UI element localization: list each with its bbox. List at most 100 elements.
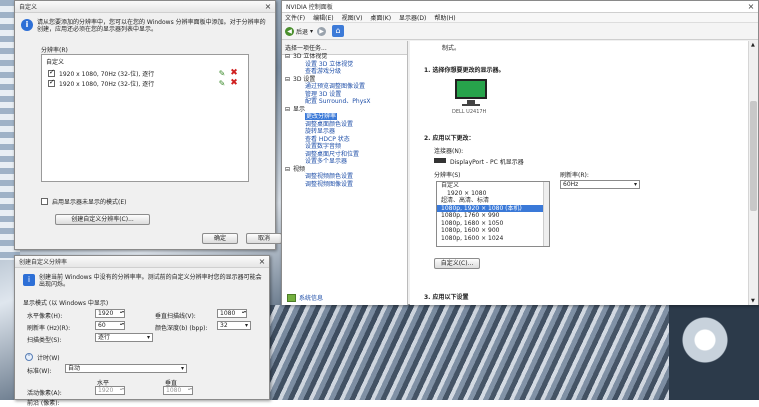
timing-standard-select[interactable]: 自动 xyxy=(65,364,187,373)
section-apply-changes: 2. 应用以下更改： xyxy=(424,135,475,142)
v-lines-label: 垂直扫描线(V): xyxy=(155,313,196,320)
close-icon[interactable]: × xyxy=(261,2,275,11)
dialog-titlebar: 自定义 × xyxy=(15,1,275,13)
delete-icon[interactable]: ✖ xyxy=(228,68,240,78)
refresh-rate-input[interactable]: 60 xyxy=(95,321,125,330)
scrollbar-thumb[interactable] xyxy=(750,101,757,211)
resolution-list[interactable]: 自定义 1920 × 1080 超清、高清、标清 1080p, 1920 × 1… xyxy=(436,181,550,247)
nvidia-control-panel-window: NVIDIA 控制面板 × 文件(F) 编辑(E) 视图(V) 桌面(K) 显示… xyxy=(281,0,759,305)
monitor-icon[interactable] xyxy=(454,79,488,107)
resolution-checkbox[interactable] xyxy=(48,78,55,87)
h-pixels-input[interactable]: 1920 xyxy=(95,309,125,318)
close-icon[interactable]: × xyxy=(744,2,758,11)
tree-item[interactable]: 调整视频颜色设置 xyxy=(285,173,405,181)
list-item-selected[interactable]: 1080p, 1920 × 1080 (本机) xyxy=(437,204,549,212)
list-item[interactable]: 1920 × 1080 xyxy=(437,190,549,198)
tree-category[interactable]: 显示 xyxy=(285,106,405,114)
system-info-icon xyxy=(287,293,296,302)
home-button[interactable]: ⌂ xyxy=(332,25,345,37)
resolution-label: 1920 x 1080, 70Hz (32-位), 逐行 xyxy=(59,80,155,88)
tree-item[interactable]: 旋转显示器 xyxy=(285,128,405,136)
menu-view[interactable]: 视图(V) xyxy=(342,13,363,22)
enable-modes-row[interactable]: 启用显示器未显示的模式(E) xyxy=(41,197,126,206)
create-custom-resolution-button[interactable]: 创建自定义分辨率(C)... xyxy=(55,214,150,225)
chevron-down-icon: ▾ xyxy=(310,27,314,35)
content-scrollbar[interactable]: ▲ ▼ xyxy=(748,41,758,305)
tree-category[interactable]: 3D 设置 xyxy=(285,76,405,84)
scroll-up-icon[interactable]: ▲ xyxy=(751,42,755,48)
menu-desktop[interactable]: 桌面(K) xyxy=(370,13,391,22)
tree-item[interactable]: 管理 3D 设置 xyxy=(285,91,405,99)
custom-resolution-list[interactable]: 自定义 1920 x 1080, 70Hz (32-位), 逐行 ✎ ✖ 192… xyxy=(41,54,249,182)
active-v-input[interactable]: 1080 xyxy=(163,386,193,395)
collapse-icon[interactable]: ⌃ xyxy=(25,353,33,361)
tree-item[interactable]: 查看 HDCP 状态 xyxy=(285,136,405,144)
menu-file[interactable]: 文件(F) xyxy=(285,13,305,22)
dialog-title: 自定义 xyxy=(19,4,38,11)
back-label: 后退 xyxy=(296,28,309,36)
resolution-group-label: 分辨率(R) xyxy=(41,47,68,54)
tree-item[interactable]: 调整桌面颜色设置 xyxy=(285,121,405,129)
create-custom-resolution-dialog: 创建自定义分辨率 × i 创建当前 Windows 中没有的分辨率率。测试前的自… xyxy=(14,255,270,407)
list-item[interactable]: 1080p, 1680 × 1050 xyxy=(437,220,549,228)
close-icon[interactable]: × xyxy=(255,257,269,266)
section-select-display: 1. 选择你想要更改的显示器。 xyxy=(424,67,505,74)
v-lines-input[interactable]: 1080 xyxy=(217,309,247,318)
tree-item[interactable]: 通过预览调整图像设置 xyxy=(285,83,405,91)
edit-icon[interactable]: ✎ xyxy=(216,79,228,88)
list-item[interactable]: 1920 x 1080, 70Hz (32-位), 逐行 ✎ ✖ xyxy=(42,68,248,78)
wallpaper-detail xyxy=(669,300,759,400)
menu-edit[interactable]: 编辑(E) xyxy=(313,13,333,22)
tree-item[interactable]: 设置数字音频 xyxy=(285,143,405,151)
tree-item[interactable]: 调整桌面尺寸和位置 xyxy=(285,151,405,159)
ok-button[interactable]: 确定 xyxy=(202,233,238,244)
menu-display[interactable]: 显示器(D) xyxy=(399,13,426,22)
tree-category[interactable]: 3D 立体视觉 xyxy=(285,53,405,61)
list-item[interactable]: 1080p, 1600 × 1024 xyxy=(437,235,549,243)
resolution-checkbox[interactable] xyxy=(48,68,55,77)
custom-resolution-dialog: 自定义 × i 请从您要添加的分辨率中，您可以在您的 Windows 分辨率面板… xyxy=(14,0,282,250)
scan-type-label: 扫描类型(S): xyxy=(27,337,62,344)
scan-type-select[interactable]: 逐行 xyxy=(95,333,153,342)
window-title: NVIDIA 控制面板 xyxy=(286,4,333,11)
connector-label: 连接器(N): xyxy=(434,148,464,155)
display-mode-label: 显示模式 (以 Windows 中显示) xyxy=(23,300,109,307)
edit-icon[interactable]: ✎ xyxy=(216,69,228,78)
list-item[interactable]: 1080p, 1600 × 900 xyxy=(437,227,549,235)
enable-modes-label: 启用显示器未显示的模式(E) xyxy=(52,199,127,206)
menu-help[interactable]: 帮助(H) xyxy=(434,13,455,22)
back-arrow-icon: ◀ xyxy=(285,26,294,36)
list-item[interactable]: 1920 x 1080, 70Hz (32-位), 逐行 ✎ ✖ xyxy=(42,78,248,88)
tree-item[interactable]: 查看游戏分级 xyxy=(285,68,405,76)
standard-label: 标准(W): xyxy=(27,368,52,375)
refresh-rate-select[interactable]: 60Hz xyxy=(560,180,640,189)
home-icon: ⌂ xyxy=(332,25,345,37)
timing-label: 计时(W) xyxy=(37,355,60,362)
dialog-description: 请从您要添加的分辨率中，您可以在您的 Windows 分辨率面板中添加。对于分辨… xyxy=(37,19,266,33)
list-item[interactable]: 1080p, 1760 × 990 xyxy=(437,212,549,220)
system-info-link[interactable]: 系统信息 xyxy=(287,293,323,302)
color-depth-select[interactable]: 32 xyxy=(217,321,251,330)
scroll-down-icon[interactable]: ▼ xyxy=(751,298,755,304)
tree-item[interactable]: 调整视频图像设置 xyxy=(285,181,405,189)
displayport-icon xyxy=(434,158,446,163)
delete-icon[interactable]: ✖ xyxy=(228,78,240,88)
list-scrollbar[interactable] xyxy=(543,182,549,246)
customize-button[interactable]: 自定义(C)... xyxy=(434,258,480,269)
forward-button[interactable]: ▶ xyxy=(317,26,328,36)
menu-bar: 文件(F) 编辑(E) 视图(V) 桌面(K) 显示器(D) 帮助(H) xyxy=(282,13,758,23)
back-button[interactable]: ◀ 后退 ▾ xyxy=(285,26,314,36)
tree-item[interactable]: 设置多个显示器 xyxy=(285,158,405,166)
content-pane: 制式。 1. 选择你想要更改的显示器。 DELL U2417H 2. 应用以下更… xyxy=(410,41,748,305)
active-h-input[interactable]: 1920 xyxy=(95,386,125,395)
tree-item[interactable]: 配置 Surround、PhysX xyxy=(285,98,405,106)
tree-item-change-resolution[interactable]: 更改分辨率 xyxy=(285,113,405,121)
list-header: 自定义 xyxy=(46,59,65,66)
tree-category[interactable]: 视频 xyxy=(285,166,405,174)
cancel-button[interactable]: 取消 xyxy=(246,233,282,244)
front-porch-label: 前沿 (像素): xyxy=(27,400,60,407)
resolution-label: 分辨率(S) xyxy=(434,172,461,179)
tree-item[interactable]: 设置 3D 立体视觉 xyxy=(285,61,405,69)
enable-modes-checkbox[interactable] xyxy=(41,198,48,205)
task-pane: 选择一项任务... 3D 立体视觉 设置 3D 立体视觉 查看游戏分级 3D 设… xyxy=(282,41,408,305)
